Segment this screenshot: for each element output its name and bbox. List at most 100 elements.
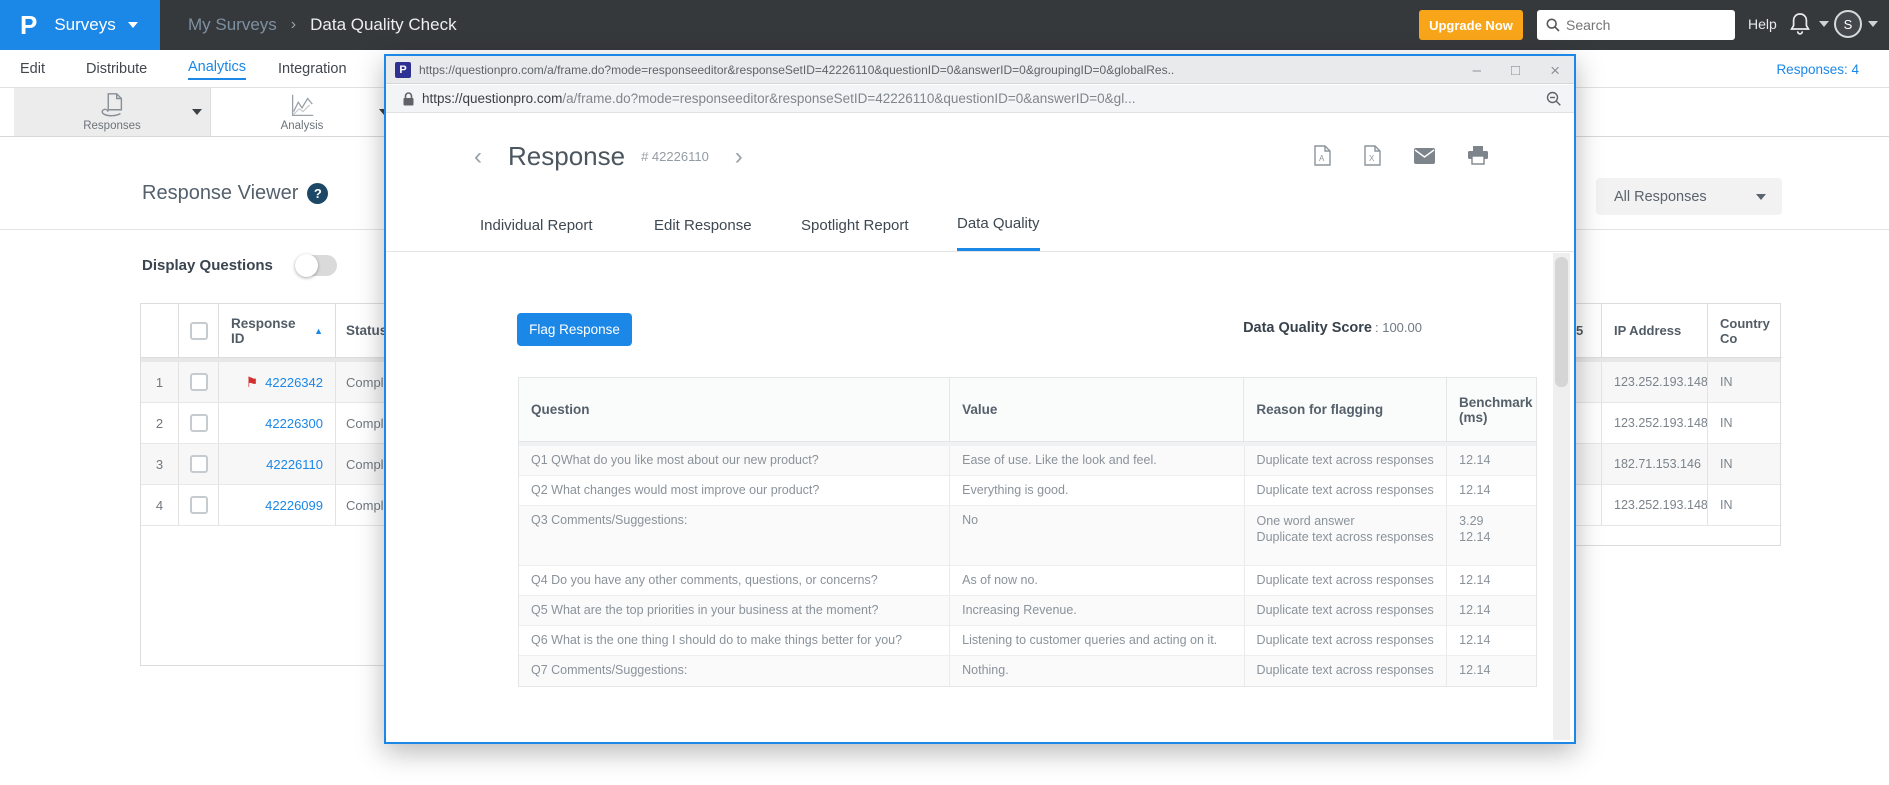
column-country-code[interactable]: Country Co (1708, 304, 1782, 358)
flag-response-button[interactable]: Flag Response (517, 313, 632, 346)
table-row: 1 ⚑ 42226342 Comple (141, 362, 391, 403)
response-id-link[interactable]: 42226110 (266, 457, 323, 472)
ip-cell: 123.252.193.148 (1602, 362, 1708, 403)
tab-analytics[interactable]: Analytics (188, 50, 246, 88)
tab-individual-report[interactable]: Individual Report (480, 199, 593, 251)
tab-spotlight-report[interactable]: Spotlight Report (801, 199, 909, 251)
export-excel-icon[interactable]: X (1364, 145, 1381, 166)
email-icon[interactable] (1414, 148, 1435, 164)
toolbar-analysis-label: Analysis (211, 120, 393, 132)
table-row: Q7 Comments/Suggestions: Nothing. Duplic… (519, 656, 1536, 686)
question-cell: Q6 What is the one thing I should do to … (519, 626, 950, 655)
response-id-link[interactable]: 42226300 (265, 416, 323, 431)
account-menu[interactable]: S (1834, 10, 1878, 38)
tab-integration[interactable]: Integration (278, 50, 347, 88)
response-id-link[interactable]: 42226099 (265, 498, 323, 513)
avatar: S (1834, 10, 1862, 38)
display-questions-label: Display Questions (142, 257, 273, 274)
reason-cell: Duplicate text across responses (1245, 656, 1448, 686)
row-checkbox[interactable] (190, 496, 208, 514)
export-pdf-icon[interactable]: A (1314, 145, 1331, 166)
column-benchmark: Benchmark (ms) (1447, 378, 1536, 441)
search-input[interactable] (1566, 17, 1716, 33)
maximize-icon[interactable]: □ (1511, 63, 1520, 78)
chevron-down-icon (128, 22, 138, 28)
tab-data-quality[interactable]: Data Quality (957, 199, 1040, 251)
question-cell: Q7 Comments/Suggestions: (519, 656, 950, 686)
benchmark-cell: 3.29 12.14 (1447, 506, 1536, 565)
next-response-icon[interactable]: › (735, 145, 743, 169)
chevron-down-icon (1756, 194, 1766, 200)
minimize-icon[interactable]: – (1473, 63, 1481, 78)
ip-cell: 182.71.153.146 (1602, 444, 1708, 485)
tab-edit[interactable]: Edit (20, 50, 45, 88)
help-icon[interactable]: ? (307, 183, 328, 204)
address-url: https://questionpro.com/a/frame.do?mode=… (422, 91, 1502, 106)
row-checkbox[interactable] (190, 414, 208, 432)
ip-cell: 123.252.193.148 (1602, 403, 1708, 444)
column-ip-address[interactable]: IP Address (1602, 304, 1708, 358)
response-filter-value: All Responses (1614, 189, 1744, 205)
reason-cell: Duplicate text across responses (1245, 566, 1448, 595)
benchmark-cell: 12.14 (1447, 476, 1536, 505)
help-link[interactable]: Help (1748, 16, 1777, 32)
zoom-out-icon[interactable] (1546, 91, 1562, 107)
response-id-link[interactable]: 42226342 (265, 375, 323, 390)
response-header: ‹ Response # 42226110 › A X (386, 113, 1574, 199)
tab-distribute[interactable]: Distribute (86, 50, 147, 88)
close-icon[interactable]: × (1550, 62, 1560, 79)
reason-cell: Duplicate text across responses (1245, 626, 1448, 655)
reason-cell: One word answer Duplicate text across re… (1245, 506, 1448, 565)
scrollbar-thumb[interactable] (1555, 257, 1568, 387)
notifications-menu[interactable] (1789, 12, 1829, 36)
lock-icon (403, 92, 414, 106)
question-cell: Q2 What changes would most improve our p… (519, 476, 950, 505)
bell-icon (1789, 12, 1811, 36)
scrollbar-track (1553, 253, 1570, 740)
row-checkbox[interactable] (190, 455, 208, 473)
chevron-down-icon (1868, 21, 1878, 27)
data-quality-score: Data Quality Score: 100.00 (1243, 320, 1422, 336)
previous-response-icon[interactable]: ‹ (474, 145, 482, 169)
responses-count: Responses: 4 (1776, 50, 1859, 88)
table-row: 4 42226099 Comple (141, 485, 391, 526)
table-row: Q3 Comments/Suggestions: No One word ans… (519, 506, 1536, 566)
window-title-bar[interactable]: P https://questionpro.com/a/frame.do?mod… (386, 56, 1574, 84)
response-title: Response (508, 141, 625, 172)
value-cell: Nothing. (950, 656, 1244, 686)
question-cell: Q1 QWhat do you like most about our new … (519, 446, 950, 475)
response-filter-dropdown[interactable]: All Responses (1596, 178, 1782, 215)
window-title-url: https://questionpro.com/a/frame.do?mode=… (419, 63, 1399, 77)
table-row: Q5 What are the top priorities in your b… (519, 596, 1536, 626)
sort-asc-icon: ▲ (314, 326, 323, 336)
country-cell: IN (1708, 485, 1782, 526)
question-cell: Q4 Do you have any other comments, quest… (519, 566, 950, 595)
product-switcher[interactable]: P Surveys (0, 0, 160, 50)
value-cell: Listening to customer queries and acting… (950, 626, 1244, 655)
tab-edit-response[interactable]: Edit Response (654, 199, 752, 251)
select-all-checkbox[interactable] (190, 322, 208, 340)
breadcrumb-my-surveys[interactable]: My Surveys (188, 15, 277, 35)
responses-report-icon (97, 91, 127, 121)
toolbar-responses-button[interactable]: Responses (14, 88, 210, 136)
table-row: 3 42226110 Comple (141, 444, 391, 485)
table-row: 2 42226300 Comple (141, 403, 391, 444)
page-title: Response Viewer (142, 182, 298, 205)
question-cell: Q5 What are the top priorities in your b… (519, 596, 950, 625)
svg-text:X: X (1369, 154, 1375, 163)
toolbar-analysis-button[interactable]: Analysis (211, 88, 393, 136)
breadcrumb-separator-icon: › (291, 16, 296, 34)
row-checkbox[interactable] (190, 373, 208, 391)
chevron-down-icon (1819, 21, 1829, 27)
upgrade-now-button[interactable]: Upgrade Now (1419, 10, 1523, 40)
breadcrumb: My Surveys › Data Quality Check (188, 0, 457, 50)
global-search[interactable] (1537, 10, 1735, 40)
column-question: Question (519, 378, 950, 441)
value-cell: Increasing Revenue. (950, 596, 1244, 625)
address-bar[interactable]: https://questionpro.com/a/frame.do?mode=… (386, 85, 1574, 113)
print-icon[interactable] (1468, 146, 1488, 165)
display-questions-toggle[interactable] (295, 255, 337, 276)
table-row: 123.252.193.148 IN (1556, 403, 1780, 444)
response-id-label: # 42226110 (641, 149, 709, 164)
column-response-id[interactable]: Response ID ▲ (219, 304, 336, 358)
